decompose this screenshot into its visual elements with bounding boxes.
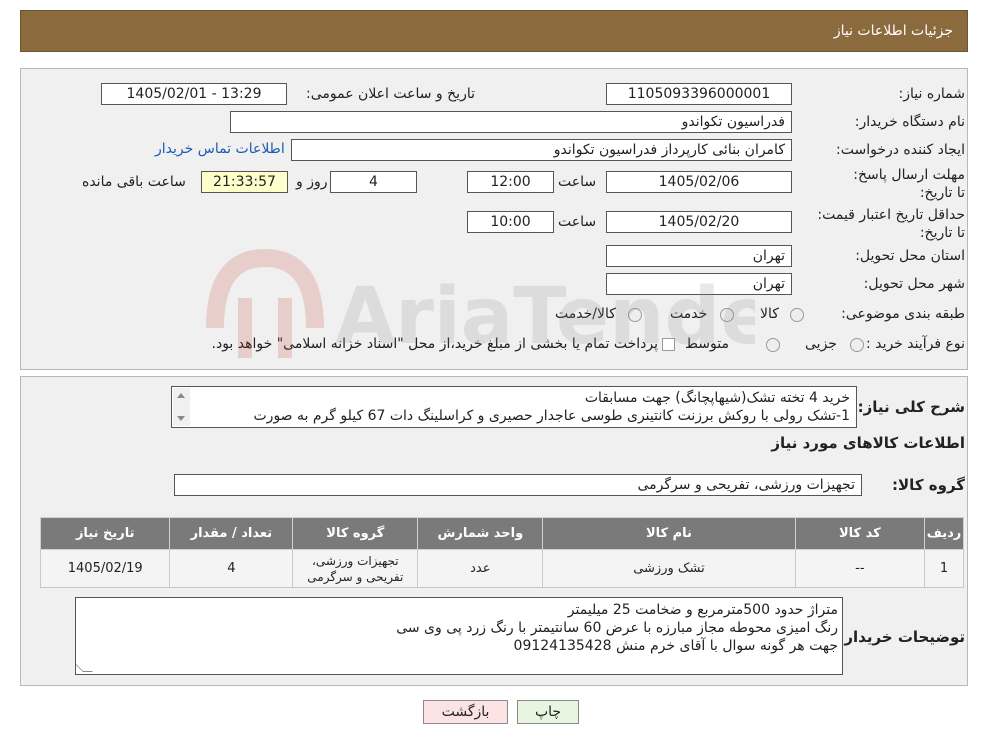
category-option-goods-service: کالا/خدمت: [555, 306, 616, 322]
buyer-notes-label: توضیحات خریدار:: [838, 628, 965, 646]
description-textarea[interactable]: خرید 4 تخته تشک(شیهاپچانگ) جهت مسابقات 1…: [171, 386, 857, 428]
page-title: جزئیات اطلاعات نیاز: [833, 23, 953, 39]
print-button[interactable]: چاپ: [517, 700, 579, 724]
announce-field: 1405/02/01 - 13:29: [101, 83, 287, 105]
cell-row: 1: [924, 549, 964, 588]
goods-group-field: تجهیزات ورزشی، تفریحی و سرگرمی: [174, 474, 862, 496]
process-option-medium: متوسط: [685, 336, 729, 352]
deadline-time-field: 12:00: [467, 171, 554, 193]
days-label: روز و: [296, 174, 328, 190]
creator-label: ایجاد کننده درخواست:: [836, 142, 965, 158]
province-field: تهران: [606, 245, 792, 267]
table-row: 1 -- تشک ورزشی عدد تجهیزات ورزشی، تفریحی…: [39, 549, 964, 588]
buyer-notes-line-2: رنگ امیزی محوطه مجاز مبارزه با عرض 60 سا…: [396, 620, 838, 636]
deadline-time-label: ساعت: [558, 174, 597, 190]
resize-grip-icon[interactable]: [76, 662, 93, 672]
buyer-notes-line-3: جهت هر گونه سوال با آقای خرم منش 0912413…: [513, 638, 838, 654]
process-option-minor: جزیی: [805, 336, 837, 352]
buyer-org-label: نام دستگاه خریدار:: [854, 114, 965, 130]
cell-name: تشک ورزشی: [542, 549, 796, 588]
city-field: تهران: [606, 273, 792, 295]
need-number-label: شماره نیاز:: [898, 86, 966, 102]
cell-qty: 4: [169, 549, 294, 588]
remaining-time-field: 21:33:57: [201, 171, 288, 193]
category-option-service: خدمت: [670, 306, 708, 322]
treasury-note: پرداخت تمام یا بخشی از مبلغ خرید،از محل …: [211, 336, 658, 352]
goods-section-title: اطلاعات کالاهای مورد نیاز: [771, 434, 965, 452]
cell-date: 1405/02/19: [39, 549, 171, 588]
description-line-1: خرید 4 تخته تشک(شیهاپچانگ) جهت مسابقات: [584, 390, 850, 406]
buyer-org-field: فدراسیون تکواندو: [230, 111, 792, 133]
category-radio-goods-service[interactable]: [628, 308, 642, 322]
validity-time-field: 10:00: [467, 211, 554, 233]
treasury-checkbox[interactable]: [662, 338, 675, 351]
cell-group: تجهیزات ورزشی، تفریحی و سرگرمی: [292, 549, 419, 588]
back-button[interactable]: بازگشت: [423, 700, 508, 724]
announce-label: تاریخ و ساعت اعلان عمومی:: [306, 86, 475, 102]
process-radio-medium[interactable]: [766, 338, 780, 352]
validity-label: حداقل تاریخ اعتبار قیمت: تا تاریخ:: [817, 207, 965, 241]
process-radio-minor[interactable]: [850, 338, 864, 352]
description-scrollbar[interactable]: [173, 388, 190, 426]
col-date: تاریخ نیاز: [39, 517, 171, 550]
col-qty: تعداد / مقدار: [169, 517, 294, 550]
days-field: 4: [330, 171, 417, 193]
buyer-notes-textarea[interactable]: متراژ حدود 500مترمربع و ضخامت 25 میلیمتر…: [75, 597, 843, 675]
cell-code: --: [794, 549, 926, 588]
validity-date-field: 1405/02/20: [606, 211, 792, 233]
category-radio-service[interactable]: [720, 308, 734, 322]
category-radio-goods[interactable]: [790, 308, 804, 322]
goods-table: ردیف کد کالا نام کالا واحد شمارش گروه کا…: [39, 517, 964, 588]
creator-field: کامران بنائی کارپرداز فدراسیون تکواندو: [291, 139, 792, 161]
deadline-label: مهلت ارسال پاسخ: تا تاریخ:: [853, 167, 965, 201]
col-row: ردیف: [924, 517, 964, 550]
need-number-field: 1105093396000001: [606, 83, 792, 105]
cell-unit: عدد: [417, 549, 544, 588]
process-label: نوع فرآیند خرید :: [866, 336, 965, 352]
table-header-row: ردیف کد کالا نام کالا واحد شمارش گروه کا…: [39, 517, 964, 550]
province-label: استان محل تحویل:: [855, 248, 965, 264]
buyer-notes-line-1: متراژ حدود 500مترمربع و ضخامت 25 میلیمتر: [567, 602, 838, 618]
goods-group-label: گروه کالا:: [892, 476, 965, 494]
description-line-2: 1-تشک رولی با روکش برزنت کانتینری طوسی ع…: [253, 408, 851, 424]
buyer-contact-link[interactable]: اطلاعات تماس خریدار: [155, 141, 285, 157]
col-code: کد کالا: [794, 517, 926, 550]
category-label: طبقه بندی موضوعی:: [841, 306, 965, 322]
col-group: گروه کالا: [292, 517, 419, 550]
col-name: نام کالا: [542, 517, 796, 550]
description-label: شرح کلی نیاز:: [857, 398, 965, 416]
remaining-label: ساعت باقی مانده: [82, 174, 186, 190]
deadline-date-field: 1405/02/06: [606, 171, 792, 193]
validity-time-label: ساعت: [558, 214, 597, 230]
page-header: جزئیات اطلاعات نیاز: [20, 10, 968, 52]
col-unit: واحد شمارش: [417, 517, 544, 550]
category-option-goods: کالا: [760, 306, 779, 322]
city-label: شهر محل تحویل:: [863, 276, 965, 292]
